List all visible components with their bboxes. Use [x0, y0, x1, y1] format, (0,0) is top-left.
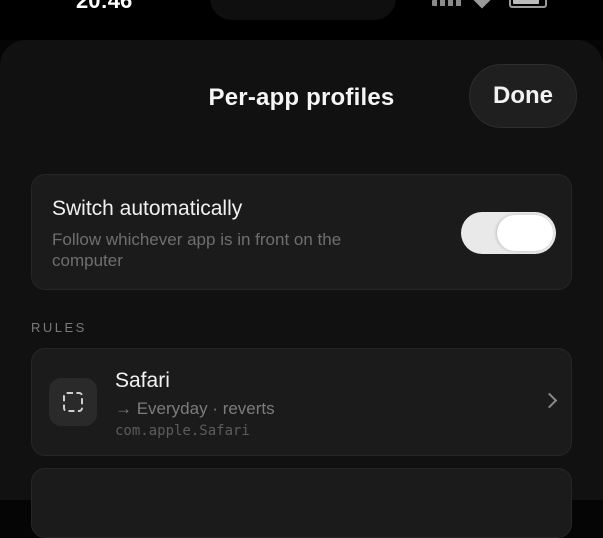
rule-bundle-id: com.apple.Safari [115, 423, 250, 439]
wifi-icon [473, 0, 491, 9]
status-bar: 20:46 [0, 0, 603, 40]
rule-app-name: Safari [115, 369, 170, 392]
profiles-sheet: Per-app profiles Done Switch automatical… [0, 40, 603, 538]
toggle-knob [497, 215, 553, 251]
rules-section-label: RULES [31, 320, 87, 335]
rule-row-safari[interactable]: Safari → Everyday · reverts com.apple.Sa… [31, 348, 572, 456]
chevron-right-icon [541, 392, 558, 409]
signal-icon [432, 0, 462, 6]
battery-icon [509, 0, 547, 8]
done-button[interactable]: Done [469, 64, 577, 128]
rule-row-next[interactable] [31, 468, 572, 538]
status-time: 20:46 [76, 0, 133, 13]
auto-switch-title: Switch automatically [52, 197, 243, 220]
auto-switch-subtitle: Follow whichever app is in front on the … [52, 230, 342, 270]
rule-profile-detail: → Everyday · reverts [115, 399, 275, 418]
camera-notch [210, 0, 396, 20]
app-placeholder-icon [49, 378, 97, 426]
auto-switch-toggle[interactable] [461, 212, 556, 254]
auto-switch-card: Switch automatically Follow whichever ap… [31, 174, 572, 290]
